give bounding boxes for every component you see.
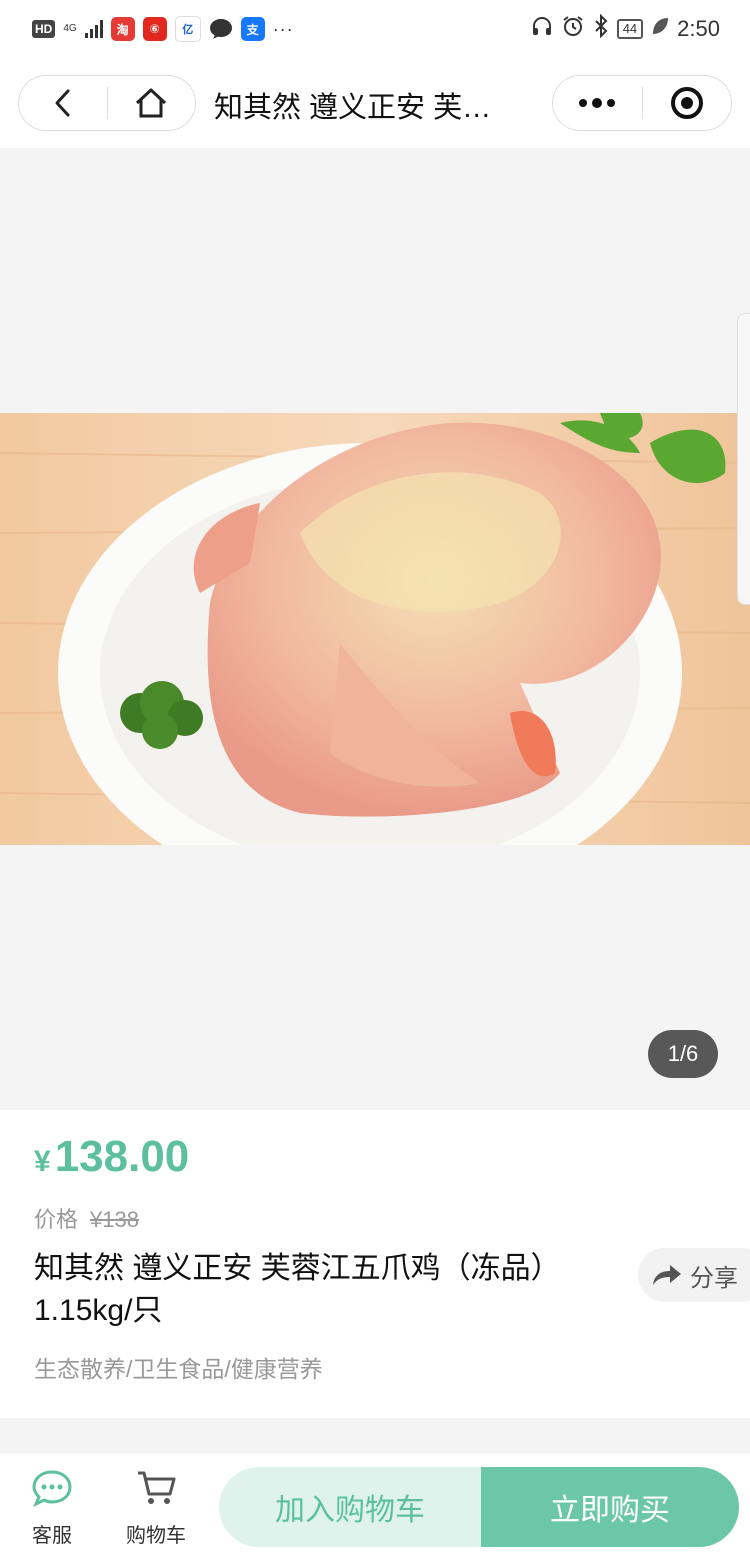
target-close-icon xyxy=(670,87,703,119)
bottom-action-bar: 客服 购物车 加入购物车 立即购买 xyxy=(0,1452,750,1558)
original-price: 价格 ¥138 xyxy=(34,1202,139,1234)
status-right: 44 2:50 xyxy=(531,13,720,44)
section-separator xyxy=(0,1418,750,1452)
page-title: 知其然 遵义正安 芙… xyxy=(214,92,492,124)
currency-symbol: ¥ xyxy=(34,1145,51,1178)
status-bar: HD 4G 淘 ⑥ 亿 支 ··· 44 2:50 xyxy=(0,0,750,60)
customer-service-button[interactable]: 客服 xyxy=(12,1469,92,1548)
mini-program-capsule xyxy=(552,75,732,131)
bluetooth-icon xyxy=(593,13,609,44)
product-info: ¥138.00 价格 ¥138 知其然 遵义正安 芙蓉江五爪鸡（冻品）1.15kg… xyxy=(0,1110,750,1418)
more-menu-button[interactable] xyxy=(553,76,642,130)
price-value: 138.00 xyxy=(54,1132,190,1181)
hd-indicator: HD xyxy=(32,20,56,38)
shopping-app-icon: 淘 xyxy=(110,17,135,41)
alipay-app-icon: 支 xyxy=(240,17,265,41)
share-arrow-icon xyxy=(653,1265,681,1285)
share-button[interactable]: 分享 xyxy=(638,1248,750,1302)
nav-left-capsule xyxy=(18,75,196,131)
add-to-cart-button[interactable]: 加入购物车 xyxy=(219,1467,481,1547)
product-tags: 生态散养/卫生食品/健康营养 xyxy=(34,1356,323,1382)
product-gallery[interactable]: 1/6 xyxy=(0,148,750,1110)
battery-icon: 44 xyxy=(616,19,644,39)
original-price-value: ¥138 xyxy=(90,1207,139,1232)
chat-icon xyxy=(32,1470,72,1508)
headphones-icon xyxy=(531,15,553,43)
current-price: ¥138.00 xyxy=(34,1132,189,1182)
original-price-label: 价格 xyxy=(34,1207,79,1232)
home-icon xyxy=(136,88,167,118)
more-dots-icon xyxy=(579,98,616,108)
more-notifications-icon: ··· xyxy=(272,18,294,39)
leaf-icon xyxy=(651,16,669,42)
wechat-app-icon xyxy=(209,17,233,41)
clock-time: 2:50 xyxy=(677,16,720,41)
customer-service-label: 客服 xyxy=(32,1525,72,1547)
home-button[interactable] xyxy=(108,76,196,130)
status-left: HD 4G 淘 ⑥ 亿 支 ··· xyxy=(32,16,294,42)
back-icon xyxy=(55,89,70,117)
product-title: 知其然 遵义正安 芙蓉江五爪鸡（冻品）1.15kg/只 xyxy=(34,1252,561,1327)
cart-label: 购物车 xyxy=(126,1525,186,1547)
cart-icon xyxy=(138,1471,176,1504)
music-app-icon: ⑥ xyxy=(142,17,167,41)
signal-icon xyxy=(84,20,103,38)
gallery-scroll-indicator xyxy=(737,313,750,605)
yizhan-app-icon: 亿 xyxy=(174,16,201,42)
network-type: 4G xyxy=(63,23,77,34)
alarm-icon xyxy=(561,14,585,44)
close-mini-program-button[interactable] xyxy=(643,76,732,130)
nav-bar: 知其然 遵义正安 芙… xyxy=(0,60,750,148)
image-counter: 1/6 xyxy=(648,1030,718,1078)
back-button[interactable] xyxy=(19,76,107,130)
cart-button[interactable]: 购物车 xyxy=(116,1469,196,1548)
buy-now-button[interactable]: 立即购买 xyxy=(481,1467,739,1547)
product-photo-chicken xyxy=(0,413,750,845)
share-label: 分享 xyxy=(690,1264,738,1292)
